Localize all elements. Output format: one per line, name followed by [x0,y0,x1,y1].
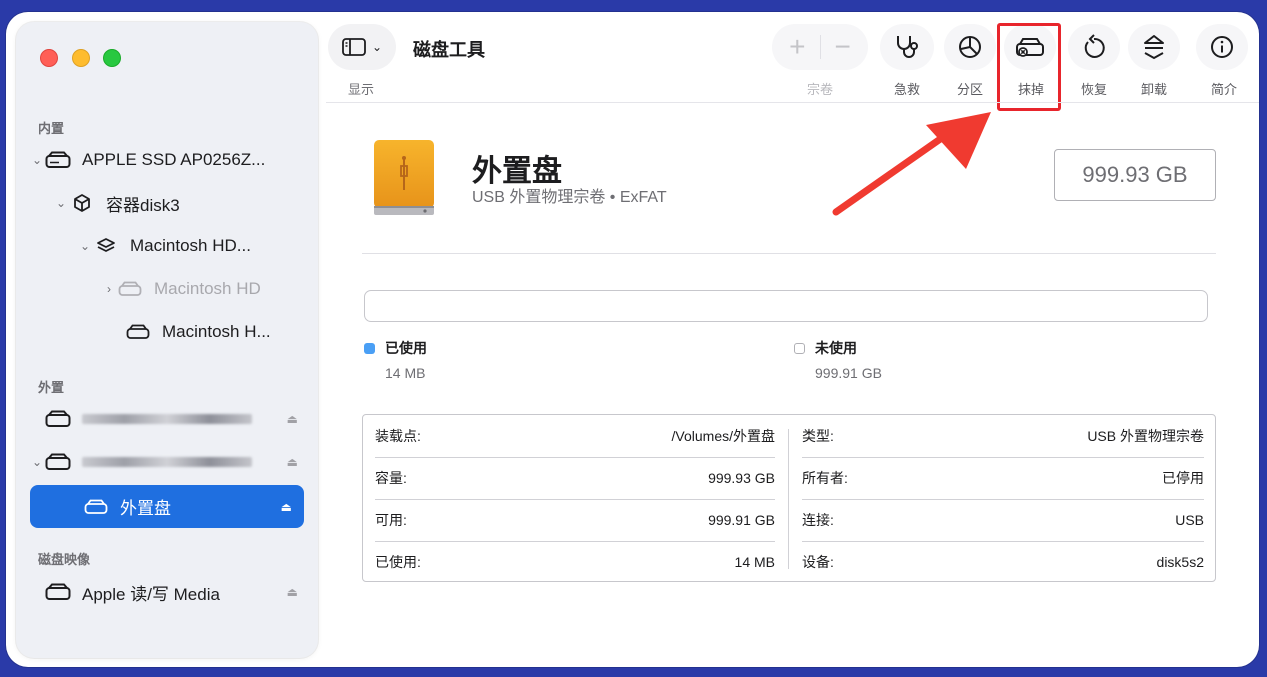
sidebar-icon [342,38,366,56]
view-label: 显示 [348,82,375,97]
table-row: 装载点: /Volumes/外置盘 [375,428,775,444]
toolbar-divider [326,102,1259,103]
sidebar-item-label: Macintosh H... [162,322,271,341]
restore-icon [1084,34,1105,58]
sidebar-item-label: Apple 读/写 Media [82,584,220,604]
first-aid-label: 急救 [893,82,920,97]
legend-used: 已使用 [364,338,427,358]
free-label: 未使用 [815,340,857,356]
restore-button[interactable] [1068,24,1120,70]
chevron-down-icon[interactable]: ⌄ [372,40,382,54]
minimize-window-button[interactable] [72,49,90,67]
unmount-icon [1144,35,1164,60]
info-icon [1211,36,1233,58]
eject-icon[interactable]: ⏏ [281,500,292,514]
used-value: 14 MB [385,365,426,381]
partition-button[interactable] [944,24,996,70]
disk-subtitle: USB 外置物理宗卷 • ExFAT [472,189,667,206]
info-button[interactable] [1196,24,1248,70]
blurred-drive-name [82,414,252,424]
sidebar-item-volume-group[interactable]: ⌄ Macintosh HD... [78,227,310,265]
annotation-arrow-icon [832,112,991,216]
section-images: 磁盘映像 [38,552,91,567]
sidebar-item-label: APPLE SSD AP0256Z... [82,150,266,169]
drive-icon [44,452,72,472]
sidebar-item-label: 外置盘 [120,499,171,518]
sidebar-item-disk-image[interactable]: Apple 读/写 Media ⏏ [30,573,310,611]
sidebar-item-label: Macintosh HD... [130,236,251,255]
chevron-down-icon[interactable]: ⌄ [30,153,44,167]
eject-icon[interactable]: ⏏ [287,412,298,426]
table-row: 设备: disk5s2 [802,554,1204,570]
sidebar-item-container[interactable]: ⌄ 容器disk3 [54,184,310,222]
container-cube-icon [68,193,96,213]
drive-icon [44,409,72,429]
info-label: 简介 [1210,82,1237,97]
drive-icon [116,279,144,299]
table-row: 连接: USB [802,512,1204,528]
eject-icon[interactable]: ⏏ [287,585,298,599]
drive-icon [82,497,110,517]
drive-icon [124,322,152,342]
sidebar-item-label: Macintosh HD [154,279,261,298]
section-external: 外置 [38,380,65,395]
drive-icon [44,150,72,170]
minus-icon[interactable]: − [835,31,851,63]
sidebar-item-external-drive-2[interactable]: ⌄ ⏏ [30,443,310,481]
external-drive-icon [374,140,434,215]
divider [362,253,1216,254]
chevron-down-icon[interactable]: ⌄ [30,455,44,469]
first-aid-button[interactable] [880,24,934,70]
sidebar-toggle-button[interactable]: ⌄ [328,24,396,70]
unmount-label: 卸载 [1140,82,1167,97]
sidebar-item-label: 容器disk3 [106,195,180,215]
usage-bar [364,290,1208,322]
sidebar-item-apple-ssd[interactable]: ⌄ APPLE SSD AP0256Z... [30,141,310,179]
partition-label: 分区 [956,82,983,97]
legend-free: 未使用 [794,338,857,358]
eject-icon[interactable]: ⏏ [287,455,298,469]
table-row: 可用: 999.91 GB [375,512,775,528]
sidebar-item-macintosh-hd-data[interactable]: Macintosh H... [124,313,310,351]
used-swatch [364,342,375,354]
layers-icon [92,236,120,256]
free-swatch [794,342,805,354]
restore-label: 恢复 [1080,82,1107,97]
chevron-right-icon[interactable]: › [102,282,116,296]
table-row: 所有者: 已停用 [802,470,1204,486]
close-window-button[interactable] [40,49,58,67]
blurred-drive-name [82,457,252,467]
section-internal: 内置 [38,121,65,136]
page-title: 磁盘工具 [413,40,485,60]
sidebar: 内置 ⌄ APPLE SSD AP0256Z... ⌄ 容器disk3 ⌄ Ma… [16,22,318,658]
plus-icon[interactable]: + [789,31,805,63]
disk-utility-window: 内置 ⌄ APPLE SSD AP0256Z... ⌄ 容器disk3 ⌄ Ma… [6,12,1259,667]
used-label: 已使用 [385,340,427,356]
volume-label: 宗卷 [806,82,833,97]
chevron-down-icon[interactable]: ⌄ [54,196,68,210]
sidebar-item-external-drive-1[interactable]: ⏏ [30,400,310,438]
unmount-button[interactable] [1128,24,1180,70]
zoom-window-button[interactable] [103,49,121,67]
erase-highlight-box [997,23,1061,111]
volume-add-remove-group[interactable]: + − [772,24,868,70]
sidebar-item-macintosh-hd-snapshot[interactable]: › Macintosh HD [102,270,310,308]
stethoscope-icon [897,36,918,58]
table-row: 类型: USB 外置物理宗卷 [802,428,1204,444]
chevron-down-icon[interactable]: ⌄ [78,239,92,253]
table-row: 已使用: 14 MB [375,554,775,570]
drive-icon [44,582,72,602]
disk-info-table: 装载点: /Volumes/外置盘 容量: 999.93 GB 可用: 999.… [362,414,1216,582]
disk-size-badge: 999.93 GB [1054,149,1216,201]
pie-chart-icon [959,36,981,58]
table-row: 容量: 999.93 GB [375,470,775,486]
free-value: 999.91 GB [815,365,882,381]
sidebar-item-external-volume[interactable]: 外置盘 ⏏ [30,485,304,528]
